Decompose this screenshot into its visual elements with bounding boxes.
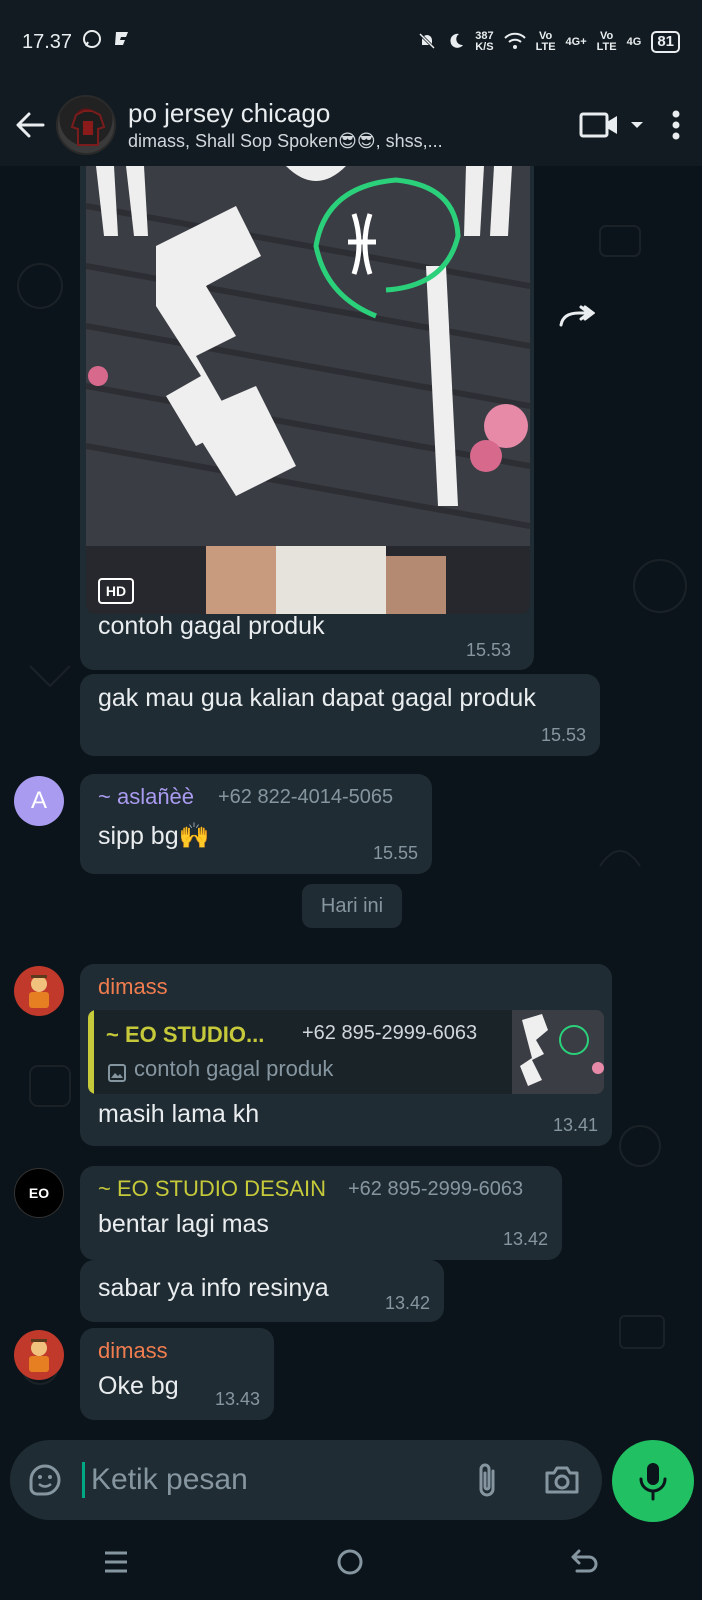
network-speed: 387 K/S — [475, 30, 494, 53]
sender-avatar[interactable] — [14, 1330, 64, 1380]
sender-phone: +62 822-4014-5065 — [218, 786, 394, 808]
sender-avatar[interactable] — [14, 966, 64, 1016]
sticker-button[interactable] — [10, 1462, 80, 1498]
message-text: Oke bg — [98, 1372, 179, 1400]
group-info[interactable]: po jersey chicago dimass, Shall Sop Spok… — [128, 97, 574, 153]
recent-apps-button[interactable] — [103, 1550, 129, 1579]
message-text: bentar lagi mas — [98, 1210, 269, 1238]
app-notification-icon — [112, 30, 130, 54]
quote-text: contoh gagal produk — [134, 1056, 334, 1081]
sticker-icon — [29, 1464, 61, 1496]
more-vertical-icon — [672, 110, 680, 140]
message-bubble[interactable]: ~ aslañèè +62 822-4014-5065 sipp bg🙌 15.… — [80, 774, 432, 874]
group-title: po jersey chicago — [128, 98, 331, 128]
sender-name[interactable]: dimass — [98, 974, 168, 1000]
message-input[interactable]: Ketik pesan — [91, 1463, 452, 1497]
message-text: gak mau gua kalian dapat gagal produk — [98, 684, 536, 712]
whatsapp-notification-icon — [82, 29, 102, 55]
person-avatar-icon — [29, 975, 49, 1008]
group-members: dimass, Shall Sop Spoken😎😎, shss,... — [128, 131, 443, 151]
attach-button[interactable] — [452, 1461, 522, 1499]
message-caption: contoh gagal produk — [98, 612, 325, 640]
home-circle-icon — [337, 1549, 363, 1574]
message-bubble[interactable]: gak mau gua kalian dapat gagal produk 15… — [80, 674, 600, 756]
more-options-button[interactable] — [650, 95, 702, 155]
back-arrow-icon — [16, 112, 45, 138]
status-bar: 17.37 387 K/S Vo LTE 4G+ Vo LTE 4G 81 — [0, 0, 702, 84]
message-bubble[interactable]: ~ EO STUDIO DESAIN +62 895-2999-6063 ben… — [80, 1166, 562, 1260]
video-call-button[interactable] — [574, 95, 650, 155]
message-text: sipp bg🙌 — [98, 822, 210, 850]
quote-thumbnail — [512, 1010, 604, 1094]
message-time: 13.41 — [552, 1115, 598, 1135]
text-caret — [82, 1462, 85, 1498]
moon-icon — [447, 32, 465, 53]
mute-bell-icon — [417, 31, 437, 54]
group-avatar[interactable] — [56, 95, 116, 155]
battery-indicator: 81 — [651, 31, 680, 53]
image-icon — [108, 1060, 126, 1089]
sim2-network: 4G — [626, 35, 642, 48]
video-camera-icon — [579, 112, 643, 138]
jersey-photo[interactable]: HD — [86, 166, 530, 614]
home-button[interactable] — [336, 1548, 364, 1581]
sender-name[interactable]: ~ EO STUDIO DESAIN — [98, 1176, 326, 1202]
wifi-icon — [503, 32, 526, 53]
reply-quote[interactable]: ~ EO STUDIO... +62 895-2999-6063 contoh … — [88, 1010, 604, 1094]
message-composer[interactable]: Ketik pesan — [10, 1440, 602, 1520]
message-time: 13.42 — [502, 1229, 548, 1249]
message-text: sabar ya info resinya — [98, 1274, 329, 1302]
message-time: 13.43 — [214, 1389, 260, 1409]
sender-phone: +62 895-2999-6063 — [348, 1178, 524, 1200]
sim2-volte: Vo LTE — [596, 30, 617, 53]
camera-button[interactable] — [522, 1465, 602, 1495]
hd-badge: HD — [98, 578, 134, 604]
forward-icon — [559, 305, 595, 327]
person-avatar-icon — [29, 1339, 49, 1372]
voice-record-button[interactable] — [612, 1440, 694, 1522]
system-navigation-bar — [0, 1528, 702, 1600]
chat-header: po jersey chicago dimass, Shall Sop Spok… — [0, 84, 702, 166]
microphone-icon — [639, 1463, 667, 1501]
chat-area[interactable]: HD contoh gagal produk 15.53 gak mau gua… — [0, 166, 702, 1434]
sender-avatar[interactable]: EO — [14, 1168, 64, 1218]
date-divider: Hari ini — [302, 884, 402, 928]
forward-button[interactable] — [552, 292, 602, 342]
back-curve-icon — [571, 1549, 598, 1572]
quote-sender: ~ EO STUDIO... — [106, 1022, 265, 1047]
message-time: 15.53 — [466, 640, 512, 660]
sender-avatar[interactable]: A — [14, 776, 64, 826]
paperclip-icon — [479, 1463, 495, 1497]
sender-name[interactable]: ~ aslañèè — [98, 784, 194, 810]
message-time: 13.42 — [384, 1293, 430, 1313]
message-bubble[interactable]: sabar ya info resinya 13.42 — [80, 1260, 444, 1322]
system-back-button[interactable] — [571, 1549, 599, 1580]
status-time: 17.37 — [22, 30, 73, 53]
message-time: 15.55 — [372, 843, 418, 863]
sender-name[interactable]: dimass — [98, 1338, 168, 1364]
sim1-network: 4G+ — [565, 35, 587, 48]
quote-sender-phone: +62 895-2999-6063 — [302, 1022, 478, 1044]
menu-lines-icon — [105, 1551, 128, 1572]
message-time: 15.53 — [540, 725, 586, 745]
camera-icon — [545, 1466, 579, 1494]
message-text: masih lama kh — [98, 1100, 260, 1128]
message-bubble[interactable]: dimass Oke bg 13.43 — [80, 1328, 274, 1420]
sim1-volte: Vo LTE — [535, 30, 556, 53]
back-button[interactable] — [4, 95, 56, 155]
message-bubble[interactable]: dimass ~ EO STUDIO... +62 895-2999-6063 … — [80, 964, 612, 1146]
